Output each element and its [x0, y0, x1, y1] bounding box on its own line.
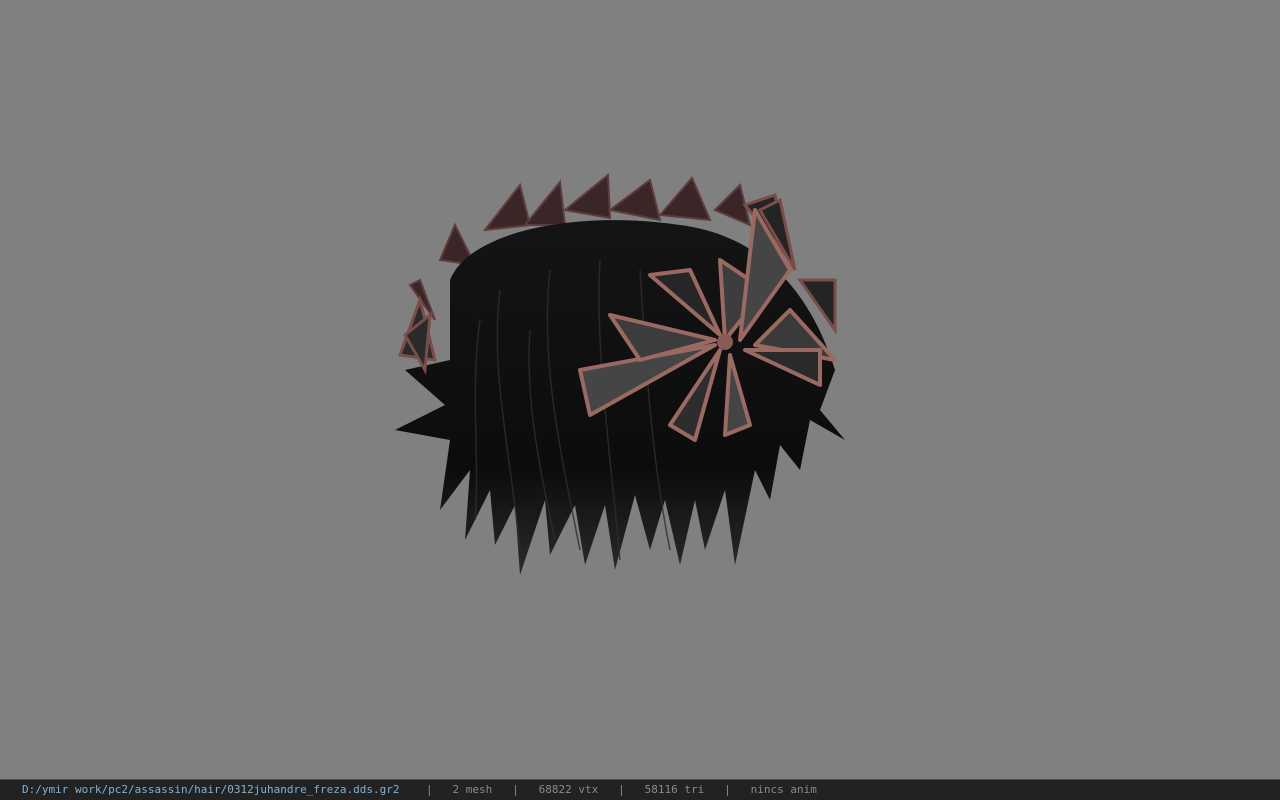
mesh-count: 2 mesh	[452, 783, 493, 796]
vertex-count: 68822 vtx	[538, 783, 599, 796]
separator: |	[724, 783, 731, 796]
3d-viewport[interactable]	[0, 0, 1280, 779]
status-bar: D:/ymir work/pc2/assassin/hair/0312juhan…	[0, 779, 1280, 800]
hair-model-render	[395, 172, 845, 575]
file-path: D:/ymir work/pc2/assassin/hair/0312juhan…	[22, 783, 400, 796]
triangle-count: 58116 tri	[644, 783, 705, 796]
separator: |	[618, 783, 625, 796]
animation-status: nincs anim	[750, 783, 817, 796]
separator: |	[512, 783, 519, 796]
separator: |	[426, 783, 433, 796]
